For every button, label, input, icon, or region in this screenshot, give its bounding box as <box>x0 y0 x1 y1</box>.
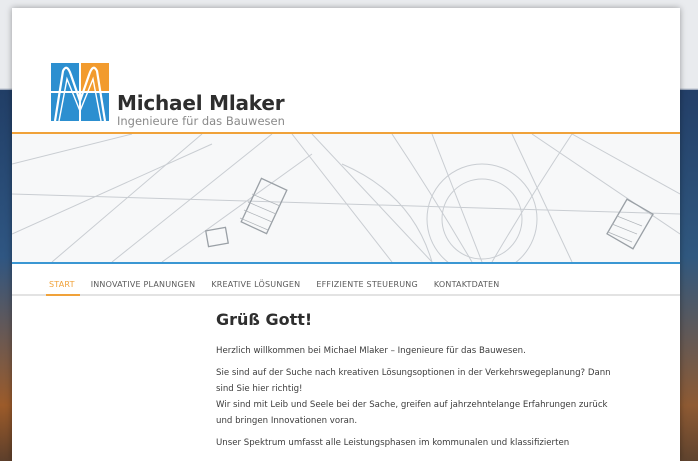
brand-tagline: Ingenieure für das Bauwesen <box>117 114 285 128</box>
page: Michael Mlaker Ingenieure für das Bauwes… <box>12 8 680 461</box>
page-title: Grüß Gott! <box>216 310 313 329</box>
nav-item-effiziente-steuerung[interactable]: EFFIZIENTE STEUERUNG <box>316 280 418 289</box>
paragraph-line: Unser Spektrum umfasst alle Leistungspha… <box>216 438 570 448</box>
nav-item-start[interactable]: START <box>49 280 75 289</box>
nav-item-kreative-loesungen[interactable]: KREATIVE LÖSUNGEN <box>211 280 300 289</box>
nav-divider <box>12 294 680 296</box>
backdrop-right <box>680 90 698 461</box>
body-paragraph: Sie sind auf der Suche nach kreativen Lö… <box>216 365 666 429</box>
header: Michael Mlaker Ingenieure für das Bauwes… <box>12 8 680 132</box>
brand-name: Michael Mlaker <box>117 91 285 115</box>
paragraph-line: sind Sie hier richtig! <box>216 384 303 394</box>
nav-item-kontaktdaten[interactable]: KONTAKTDATEN <box>434 280 500 289</box>
banner-image <box>12 134 680 262</box>
nav-item-innovative-planungen[interactable]: INNOVATIVE PLANUNGEN <box>91 280 196 289</box>
nav-active-indicator <box>46 294 80 296</box>
main-nav: START INNOVATIVE PLANUNGEN KREATIVE LÖSU… <box>12 274 680 294</box>
header-divider-blue <box>12 262 680 264</box>
paragraph-line: und bringen Innovationen voran. <box>216 416 358 426</box>
paragraph-line: Wir sind mit Leib und Seele bei der Sach… <box>216 400 608 410</box>
spectrum-paragraph: Unser Spektrum umfasst alle Leistungspha… <box>216 435 666 451</box>
intro-paragraph: Herzlich willkommen bei Michael Mlaker –… <box>216 346 526 356</box>
logo-icon[interactable] <box>49 61 111 123</box>
main-content: Grüß Gott! Herzlich willkommen bei Micha… <box>216 310 666 457</box>
paragraph-line: Sie sind auf der Suche nach kreativen Lö… <box>216 368 611 378</box>
road-plan-drawing <box>12 134 680 262</box>
